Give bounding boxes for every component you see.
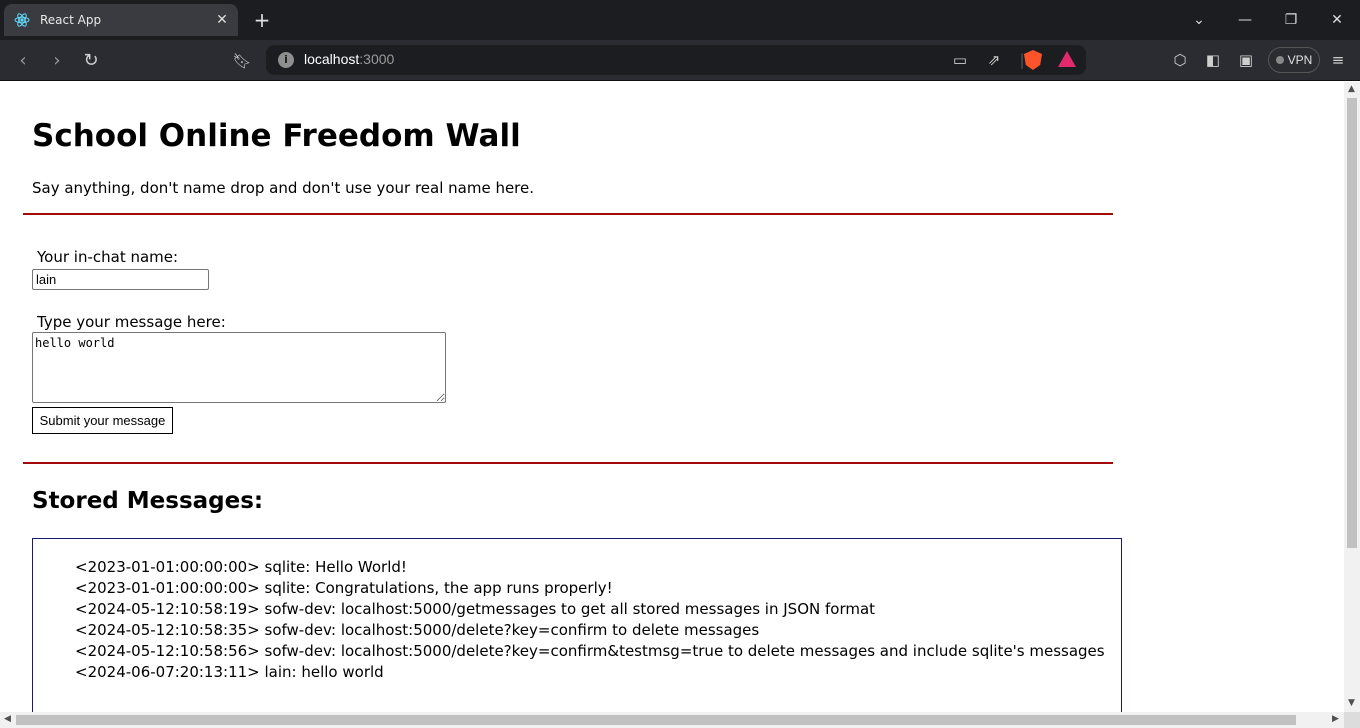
divider-top	[23, 213, 1113, 215]
wallet-icon[interactable]: ▣	[1234, 48, 1258, 72]
scroll-up-icon[interactable]: ▲	[1348, 84, 1355, 94]
tab-bar: React App ✕ + ⌄ — ❐ ✕	[0, 0, 1360, 40]
page-subtitle: Say anything, don't name drop and don't …	[32, 179, 535, 197]
sidebar-icon[interactable]: ◧	[1201, 48, 1225, 72]
bookmark-icon[interactable]: 🔖︎	[229, 48, 255, 74]
message-item: <2023-01-01:00:00:00> sqlite: Hello Worl…	[75, 558, 407, 576]
url-text[interactable]: localhost:3000	[304, 51, 394, 67]
close-tab-icon[interactable]: ✕	[212, 12, 232, 28]
scroll-down-icon[interactable]: ▼	[1348, 698, 1355, 708]
scrollbar-corner	[1344, 712, 1360, 728]
vertical-scrollbar[interactable]: ▲ ▼	[1344, 82, 1360, 712]
horizontal-scrollbar[interactable]: ◀ ▶	[0, 712, 1344, 728]
message-item: <2024-05-12:10:58:19> sofw-dev: localhos…	[75, 600, 876, 618]
vpn-status-dot	[1275, 56, 1284, 64]
tab-list-chevron-icon[interactable]: ⌄	[1184, 8, 1214, 32]
message-item: <2024-06-07:20:13:11> lain: hello world	[75, 663, 384, 681]
react-icon	[14, 13, 30, 27]
share-icon[interactable]: ⇗	[984, 51, 1004, 69]
name-label: Your in-chat name:	[37, 248, 179, 266]
vertical-scroll-thumb[interactable]	[1347, 98, 1357, 548]
page-title: School Online Freedom Wall	[32, 118, 521, 154]
address-bar[interactable]: i localhost:3000 ▭ ⇗ |	[266, 45, 1086, 75]
message-label: Type your message here:	[37, 313, 226, 331]
restore-icon[interactable]: ❐	[1276, 8, 1306, 32]
tab-title: React App	[40, 13, 102, 27]
url-host: localhost	[304, 51, 360, 67]
scroll-left-icon[interactable]: ◀	[4, 714, 11, 724]
brave-rewards-icon[interactable]	[1058, 51, 1076, 67]
horizontal-scroll-thumb[interactable]	[16, 715, 1296, 725]
page-content: School Online Freedom Wall Say anything,…	[0, 82, 1344, 712]
stored-messages-title: Stored Messages:	[32, 488, 264, 514]
scroll-right-icon[interactable]: ▶	[1332, 714, 1339, 724]
browser-tab[interactable]: React App ✕	[4, 4, 238, 36]
new-tab-icon[interactable]: +	[250, 8, 274, 32]
name-input[interactable]	[32, 269, 209, 290]
forward-icon[interactable]: ›	[44, 48, 70, 74]
back-icon[interactable]: ‹	[10, 48, 36, 74]
message-item: <2024-05-12:10:58:35> sofw-dev: localhos…	[75, 621, 760, 639]
menu-icon[interactable]: ≡	[1326, 48, 1350, 72]
cast-icon[interactable]: ▭	[950, 51, 970, 69]
browser-toolbar: ‹ › ↻ 🔖︎ i localhost:3000 ▭ ⇗ | ⬡ ◧ ▣ VP…	[0, 40, 1360, 81]
vpn-button[interactable]: VPN	[1268, 47, 1320, 73]
minimize-icon[interactable]: —	[1230, 8, 1260, 32]
messages-list: <2023-01-01:00:00:00> sqlite: Hello Worl…	[75, 557, 1105, 683]
submit-message-button[interactable]: Submit your message	[32, 407, 173, 434]
url-port: :3000	[359, 51, 395, 67]
divider-bottom	[23, 462, 1113, 464]
message-item: <2023-01-01:00:00:00> sqlite: Congratula…	[75, 579, 613, 597]
site-info-icon[interactable]: i	[278, 52, 294, 68]
message-item: <2024-05-12:10:58:56> sofw-dev: localhos…	[75, 642, 1105, 660]
reload-icon[interactable]: ↻	[78, 48, 104, 74]
message-textarea[interactable]: hello world	[32, 332, 446, 403]
close-window-icon[interactable]: ✕	[1322, 8, 1352, 32]
vpn-label: VPN	[1287, 53, 1313, 67]
extensions-icon[interactable]: ⬡	[1168, 48, 1192, 72]
messages-box: <2023-01-01:00:00:00> sqlite: Hello Worl…	[32, 538, 1122, 712]
